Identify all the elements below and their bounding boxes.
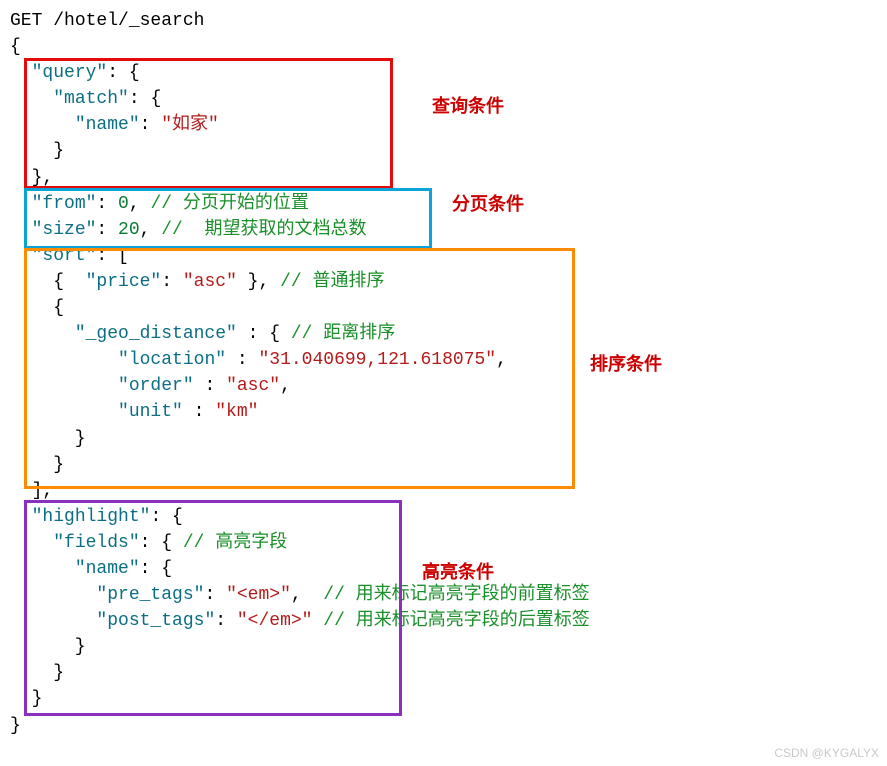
line: "order" : "asc", (10, 373, 877, 399)
line: } (10, 452, 877, 478)
line: ], (10, 478, 877, 504)
line: { (10, 295, 877, 321)
line: "from": 0, // 分页开始的位置 (10, 191, 877, 217)
label-sort: 排序条件 (590, 350, 662, 376)
watermark: CSDN @KYGALYX (774, 746, 879, 760)
line: "unit" : "km" (10, 399, 877, 425)
line: } (10, 686, 877, 712)
label-highlight: 高亮条件 (422, 558, 494, 584)
line: { (10, 34, 877, 60)
line: "post_tags": "</em>" // 用来标记高亮字段的后置标签 (10, 608, 877, 634)
label-query: 查询条件 (432, 92, 504, 118)
line: { "price": "asc" }, // 普通排序 (10, 269, 877, 295)
line: "size": 20, // 期望获取的文档总数 (10, 217, 877, 243)
line: "location" : "31.040699,121.618075", (10, 347, 877, 373)
line: "highlight": { (10, 504, 877, 530)
line: "_geo_distance" : { // 距离排序 (10, 321, 877, 347)
line: "sort": [ (10, 243, 877, 269)
line: } (10, 660, 877, 686)
line-request: GET /hotel/_search (10, 8, 877, 34)
label-paging: 分页条件 (452, 190, 524, 216)
line: } (10, 713, 877, 739)
line: } (10, 138, 877, 164)
line: "fields": { // 高亮字段 (10, 530, 877, 556)
line: "pre_tags": "<em>", // 用来标记高亮字段的前置标签 (10, 582, 877, 608)
line: } (10, 426, 877, 452)
line: }, (10, 165, 877, 191)
line: "query": { (10, 60, 877, 86)
line: } (10, 634, 877, 660)
